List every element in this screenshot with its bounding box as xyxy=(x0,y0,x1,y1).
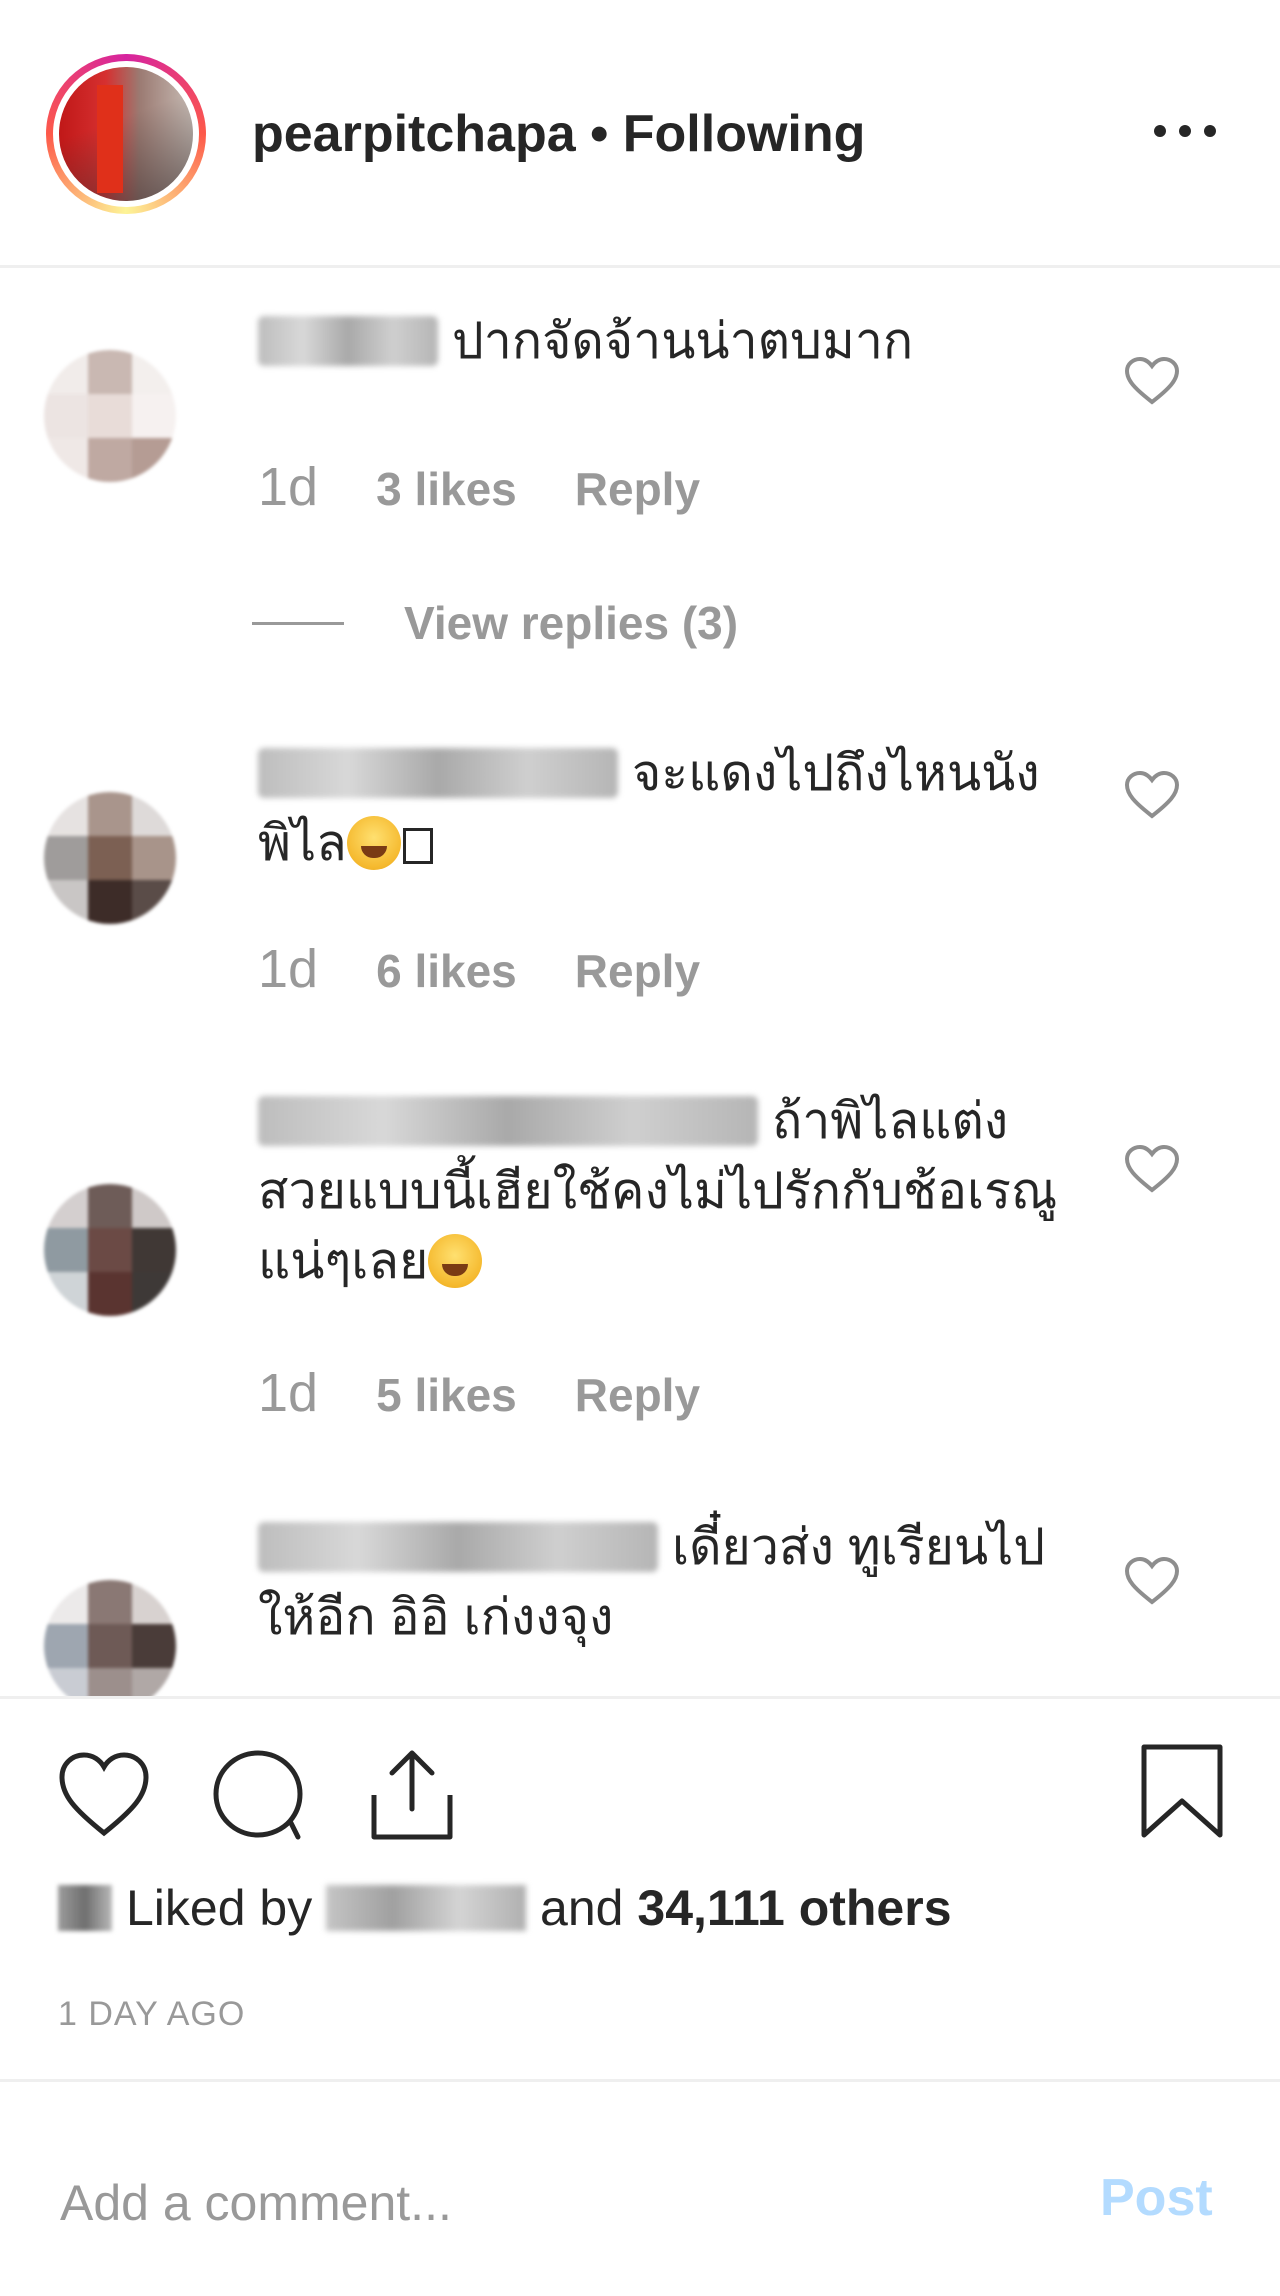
comment-age: 1d xyxy=(258,457,319,517)
blurred-username[interactable] xyxy=(258,316,438,366)
post-header: pearpitchapa • Following xyxy=(0,0,1280,268)
likes-count[interactable]: 34,111 others xyxy=(637,1880,951,1936)
comment-likes[interactable]: 5 likes xyxy=(376,1369,517,1421)
comment-text: ถ้าพิไลแต่งสวยแบบนี้เฮียใช้คงไม่ไปรักกับ… xyxy=(258,1093,1058,1289)
avatar-image xyxy=(59,67,193,201)
comment-likes[interactable]: 6 likes xyxy=(376,945,517,997)
blurred-username[interactable] xyxy=(258,1522,658,1572)
likes-and-label: and xyxy=(540,1880,624,1936)
comment-age: 1d xyxy=(258,1363,319,1423)
header-user: pearpitchapa • Following xyxy=(252,104,865,164)
face-with-tears-of-joy-icon xyxy=(428,1234,483,1288)
commenter-avatar[interactable] xyxy=(44,792,176,924)
post-button[interactable]: Post xyxy=(1100,2168,1213,2228)
like-comment-heart-icon[interactable] xyxy=(1124,1144,1180,1194)
reply-button[interactable]: Reply xyxy=(575,1369,700,1421)
blurred-username[interactable] xyxy=(258,1096,758,1146)
comment-meta: 1d 5 likes Reply xyxy=(258,1362,758,1424)
comment-meta: 1d 3 likes Reply xyxy=(258,456,758,518)
face-with-tears-of-joy-icon xyxy=(346,816,401,870)
comment-text: จะแดงไปถึงไหนนังพิไล xyxy=(258,745,1040,871)
like-comment-heart-icon[interactable] xyxy=(1124,770,1180,820)
heart-icon[interactable] xyxy=(56,1747,152,1843)
blurred-liker-name[interactable] xyxy=(326,1885,527,1931)
liker-avatar xyxy=(58,1885,112,1931)
blurred-username[interactable] xyxy=(258,748,618,798)
like-comment-heart-icon[interactable] xyxy=(1124,1556,1180,1606)
commenter-avatar[interactable] xyxy=(44,1580,176,1696)
add-comment-bar: Post xyxy=(0,2079,1280,2296)
comment-icon[interactable] xyxy=(210,1747,306,1843)
commenter-avatar[interactable] xyxy=(44,350,176,482)
reply-button[interactable]: Reply xyxy=(575,463,700,515)
commenter-avatar[interactable] xyxy=(44,1184,176,1316)
missing-glyph-box xyxy=(402,828,433,864)
comment-age: 1d xyxy=(258,939,319,999)
separator-dot: • xyxy=(590,105,609,163)
like-comment-heart-icon[interactable] xyxy=(1124,356,1180,406)
share-icon[interactable] xyxy=(364,1747,460,1843)
comments-list: ปากจัดจ้านน่าตบมาก 1d 3 likes Reply View r… xyxy=(0,268,1280,1696)
comment-meta: 1d 6 likes Reply xyxy=(258,938,758,1000)
username-link[interactable]: pearpitchapa xyxy=(252,105,576,163)
post-timestamp: 1 DAY AGO xyxy=(58,1995,246,2033)
liked-by-label: Liked by xyxy=(126,1880,313,1936)
add-comment-input[interactable] xyxy=(58,2162,1062,2244)
liked-by-summary: Liked by and 34,111 others xyxy=(58,1879,952,1937)
view-replies-button[interactable]: View replies (3) xyxy=(252,596,738,650)
replies-line xyxy=(252,622,344,625)
profile-avatar[interactable] xyxy=(46,54,206,214)
ellipsis-icon[interactable] xyxy=(1150,118,1220,144)
comment-text: ปากจัดจ้านน่าตบมาก xyxy=(258,306,1058,376)
comment-likes[interactable]: 3 likes xyxy=(376,463,517,515)
bookmark-icon[interactable] xyxy=(1134,1743,1230,1839)
following-status[interactable]: Following xyxy=(623,105,866,163)
comment-text: เดี๋ยวส่ง ทูเรียนไปให้อีก อิอิ เก่งงจุง xyxy=(258,1519,1046,1645)
post-actions: Liked by and 34,111 others 1 DAY AGO xyxy=(0,1696,1280,2079)
reply-button[interactable]: Reply xyxy=(575,945,700,997)
